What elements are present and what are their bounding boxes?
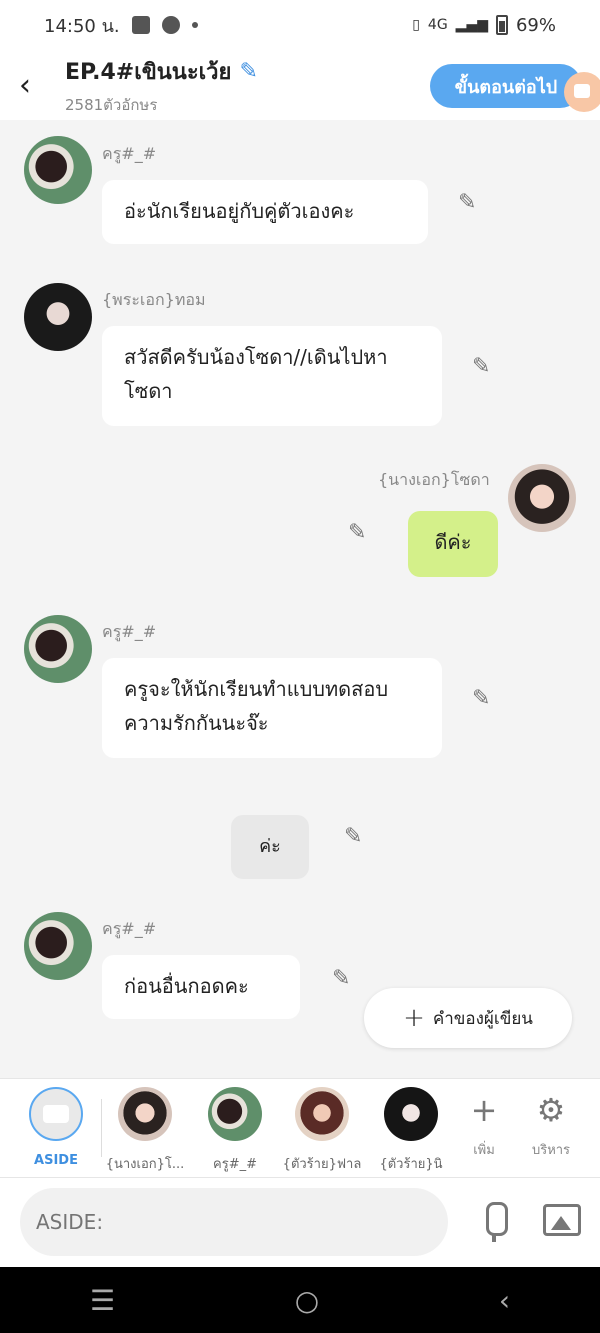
character-item[interactable]: ครู#_# bbox=[195, 1087, 275, 1174]
message-bubble[interactable]: ดีค่ะ bbox=[408, 511, 498, 577]
character-label: ครู#_# bbox=[213, 1157, 257, 1172]
character-item[interactable]: {ตัวร้าย}นิ bbox=[371, 1087, 451, 1174]
character-label: ASIDE bbox=[34, 1153, 78, 1168]
character-aside[interactable]: ASIDE bbox=[16, 1087, 96, 1168]
plus-icon: + bbox=[470, 1091, 498, 1129]
character-bar: ASIDE {นางเอก}โ... ครู#_# {ตัวร้าย}ฟาล {… bbox=[0, 1078, 600, 1178]
add-character-button[interactable]: + เพิ่ม bbox=[454, 1091, 514, 1160]
speaker-name: ครู#_# bbox=[102, 144, 157, 163]
microphone-icon[interactable] bbox=[476, 1200, 512, 1244]
character-label: {ตัวร้าย}นิ bbox=[379, 1157, 443, 1172]
message-bubble[interactable]: ครูจะให้นักเรียนทำแบบทดสอบความรักกันนะจ๊… bbox=[102, 658, 442, 758]
chat-area: ครู#_# อ่ะนักเรียนอยู่กับคู่ตัวเองคะ ✎ {… bbox=[0, 120, 600, 1078]
status-bar: 14:50 น. ▯ 4G ▂▄▆ 69% bbox=[0, 0, 600, 50]
app-notification-icon bbox=[161, 16, 180, 34]
vibrate-icon: ▯ bbox=[412, 17, 420, 33]
character-avatar bbox=[118, 1087, 172, 1141]
signal-icon: ▂▄▆ bbox=[455, 17, 488, 33]
battery-level: 69% bbox=[515, 14, 556, 36]
recent-apps-icon[interactable]: ☰ bbox=[90, 1284, 115, 1317]
plus-icon: + bbox=[403, 1003, 425, 1033]
battery-icon bbox=[495, 15, 508, 35]
character-label: {นางเอก}โ... bbox=[105, 1157, 185, 1172]
edit-message-icon[interactable]: ✎ bbox=[472, 686, 490, 711]
gear-icon: ⚙ bbox=[536, 1091, 566, 1129]
avatar bbox=[508, 464, 576, 532]
mail-icon bbox=[131, 16, 150, 34]
edit-message-icon[interactable]: ✎ bbox=[458, 190, 476, 215]
edit-message-icon[interactable]: ✎ bbox=[348, 520, 366, 545]
back-icon[interactable]: ‹ bbox=[0, 68, 50, 103]
message-bubble[interactable]: ก่อนอื่นกอดคะ bbox=[102, 955, 300, 1019]
edit-title-icon[interactable]: ✎ bbox=[239, 59, 257, 84]
author-note-label: คำของผู้เขียน bbox=[432, 1008, 533, 1029]
speaker-name: ครู#_# bbox=[102, 919, 157, 938]
edit-message-icon[interactable]: ✎ bbox=[344, 824, 362, 849]
character-avatar bbox=[384, 1087, 438, 1141]
more-notifications-icon bbox=[191, 22, 198, 28]
network-type: 4G bbox=[427, 17, 448, 33]
character-avatar bbox=[295, 1087, 349, 1141]
speaker-name: {พระเอก}ทอม bbox=[102, 290, 206, 309]
edit-message-icon[interactable]: ✎ bbox=[472, 354, 490, 379]
home-icon[interactable]: ○ bbox=[295, 1284, 319, 1317]
character-label: {ตัวร้าย}ฟาล bbox=[282, 1157, 362, 1172]
character-item[interactable]: {ตัวร้าย}ฟาล bbox=[282, 1087, 362, 1174]
manage-label: บริหาร bbox=[531, 1143, 571, 1158]
avatar bbox=[24, 912, 92, 980]
system-nav-bar: ☰ ○ ‹ bbox=[0, 1267, 600, 1333]
author-note-button[interactable]: + คำของผู้เขียน bbox=[364, 988, 572, 1048]
message-bubble[interactable]: สวัสดีครับน้องโซดา//เดินไปหาโซดา bbox=[102, 326, 442, 426]
nav-back-icon[interactable]: ‹ bbox=[499, 1284, 510, 1317]
divider bbox=[101, 1099, 102, 1157]
input-bar bbox=[0, 1178, 600, 1267]
manage-characters-button[interactable]: ⚙ บริหาร bbox=[521, 1091, 581, 1160]
character-item[interactable]: {นางเอก}โ... bbox=[105, 1087, 185, 1174]
episode-title: EP.4#เขินนะเว้ย bbox=[65, 59, 232, 85]
editor-header: ‹ EP.4#เขินนะเว้ย ✎ 2581ตัวอักษร ••• ขั้… bbox=[0, 50, 600, 120]
narration-bubble[interactable]: ค่ะ bbox=[231, 815, 309, 879]
camera-icon[interactable] bbox=[564, 72, 600, 112]
next-step-button[interactable]: ขั้นตอนต่อไป bbox=[430, 64, 582, 108]
aside-icon bbox=[29, 1087, 83, 1141]
character-avatar bbox=[208, 1087, 262, 1141]
status-time: 14:50 น. bbox=[44, 15, 120, 37]
edit-message-icon[interactable]: ✎ bbox=[332, 966, 350, 991]
image-icon[interactable] bbox=[543, 1204, 581, 1236]
avatar bbox=[24, 615, 92, 683]
message-bubble[interactable]: อ่ะนักเรียนอยู่กับคู่ตัวเองคะ bbox=[102, 180, 428, 244]
message-input[interactable] bbox=[20, 1188, 448, 1256]
speaker-name: ครู#_# bbox=[102, 622, 157, 641]
speaker-name: {นางเอก}โซดา bbox=[378, 470, 490, 489]
avatar bbox=[24, 136, 92, 204]
add-label: เพิ่ม bbox=[473, 1143, 495, 1158]
avatar bbox=[24, 283, 92, 351]
